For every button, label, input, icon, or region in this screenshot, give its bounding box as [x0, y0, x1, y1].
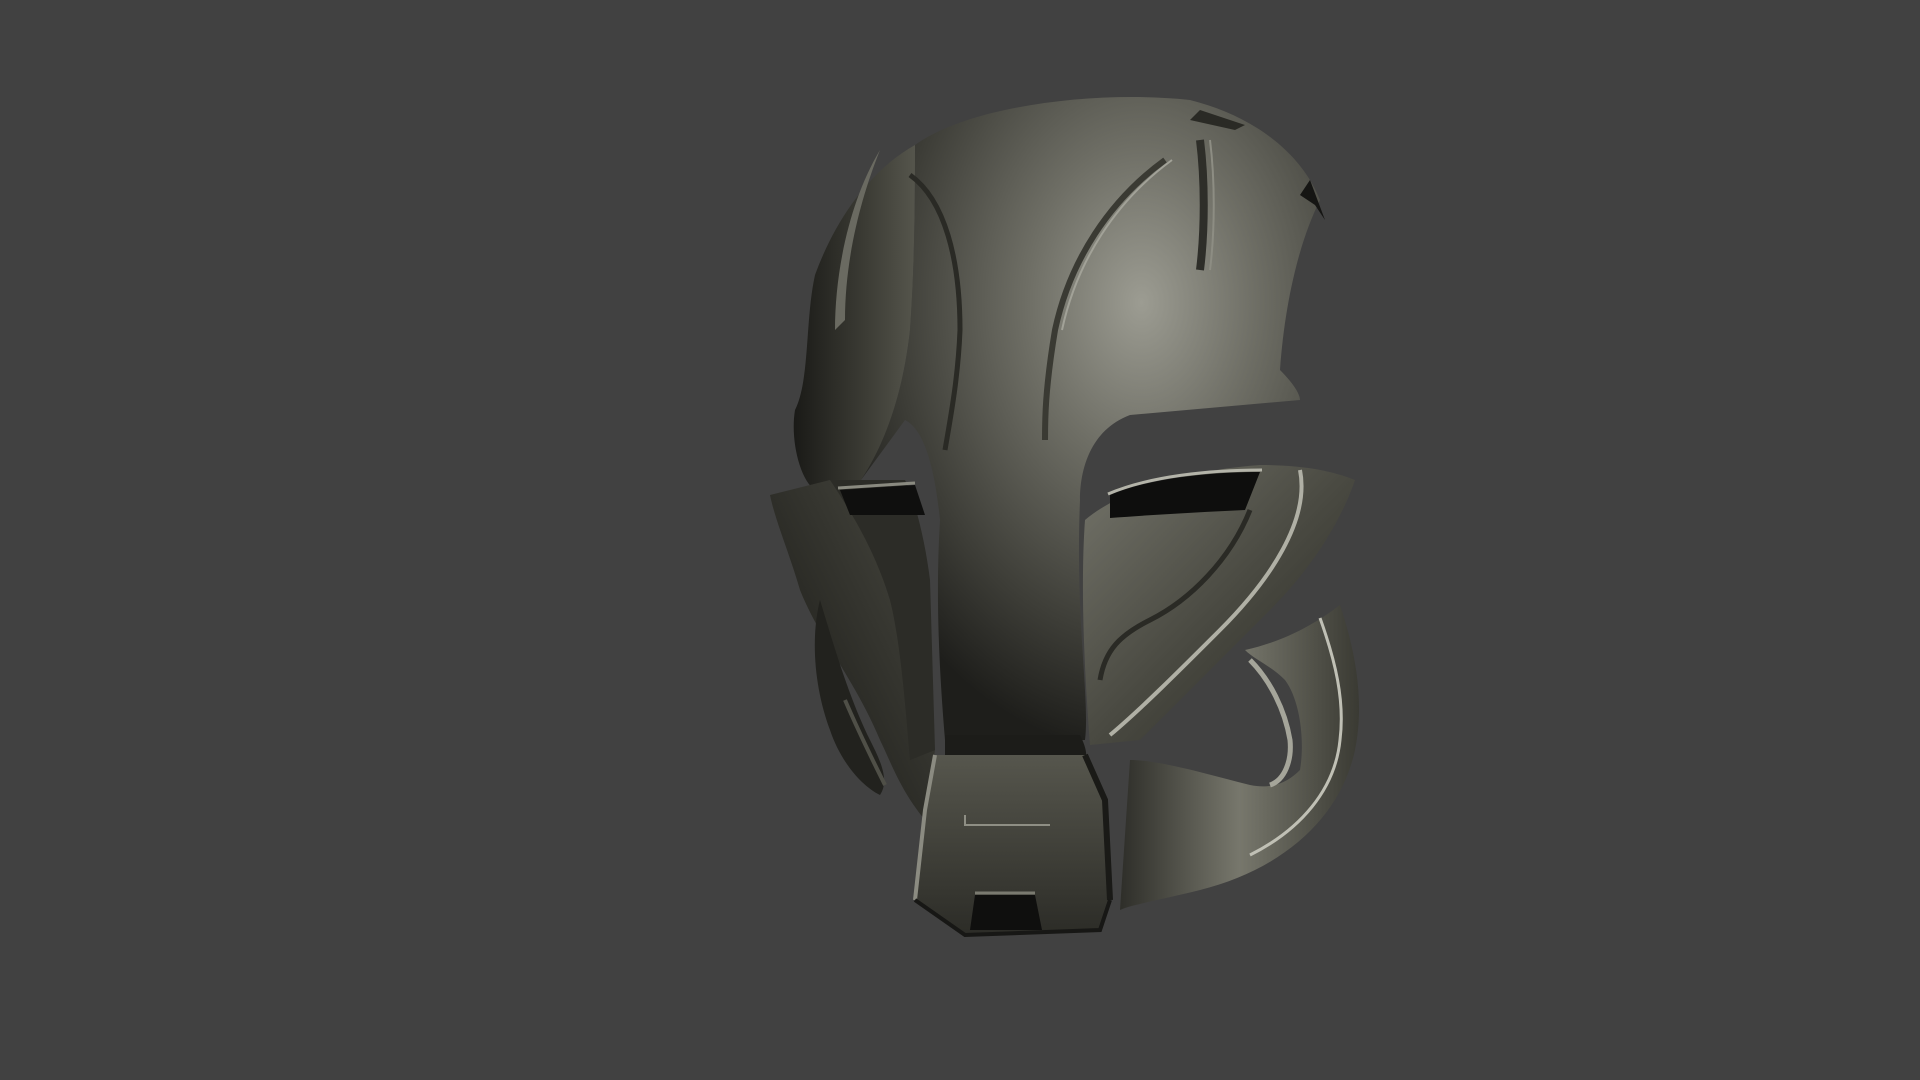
left-eye-slit: [840, 485, 925, 515]
render-viewport: [0, 0, 1920, 1080]
panel-line-ridge: [1196, 139, 1208, 271]
helmet-left-side: [793, 145, 915, 495]
helmet-render: [770, 97, 1360, 938]
jaw-vent: [970, 895, 1042, 930]
